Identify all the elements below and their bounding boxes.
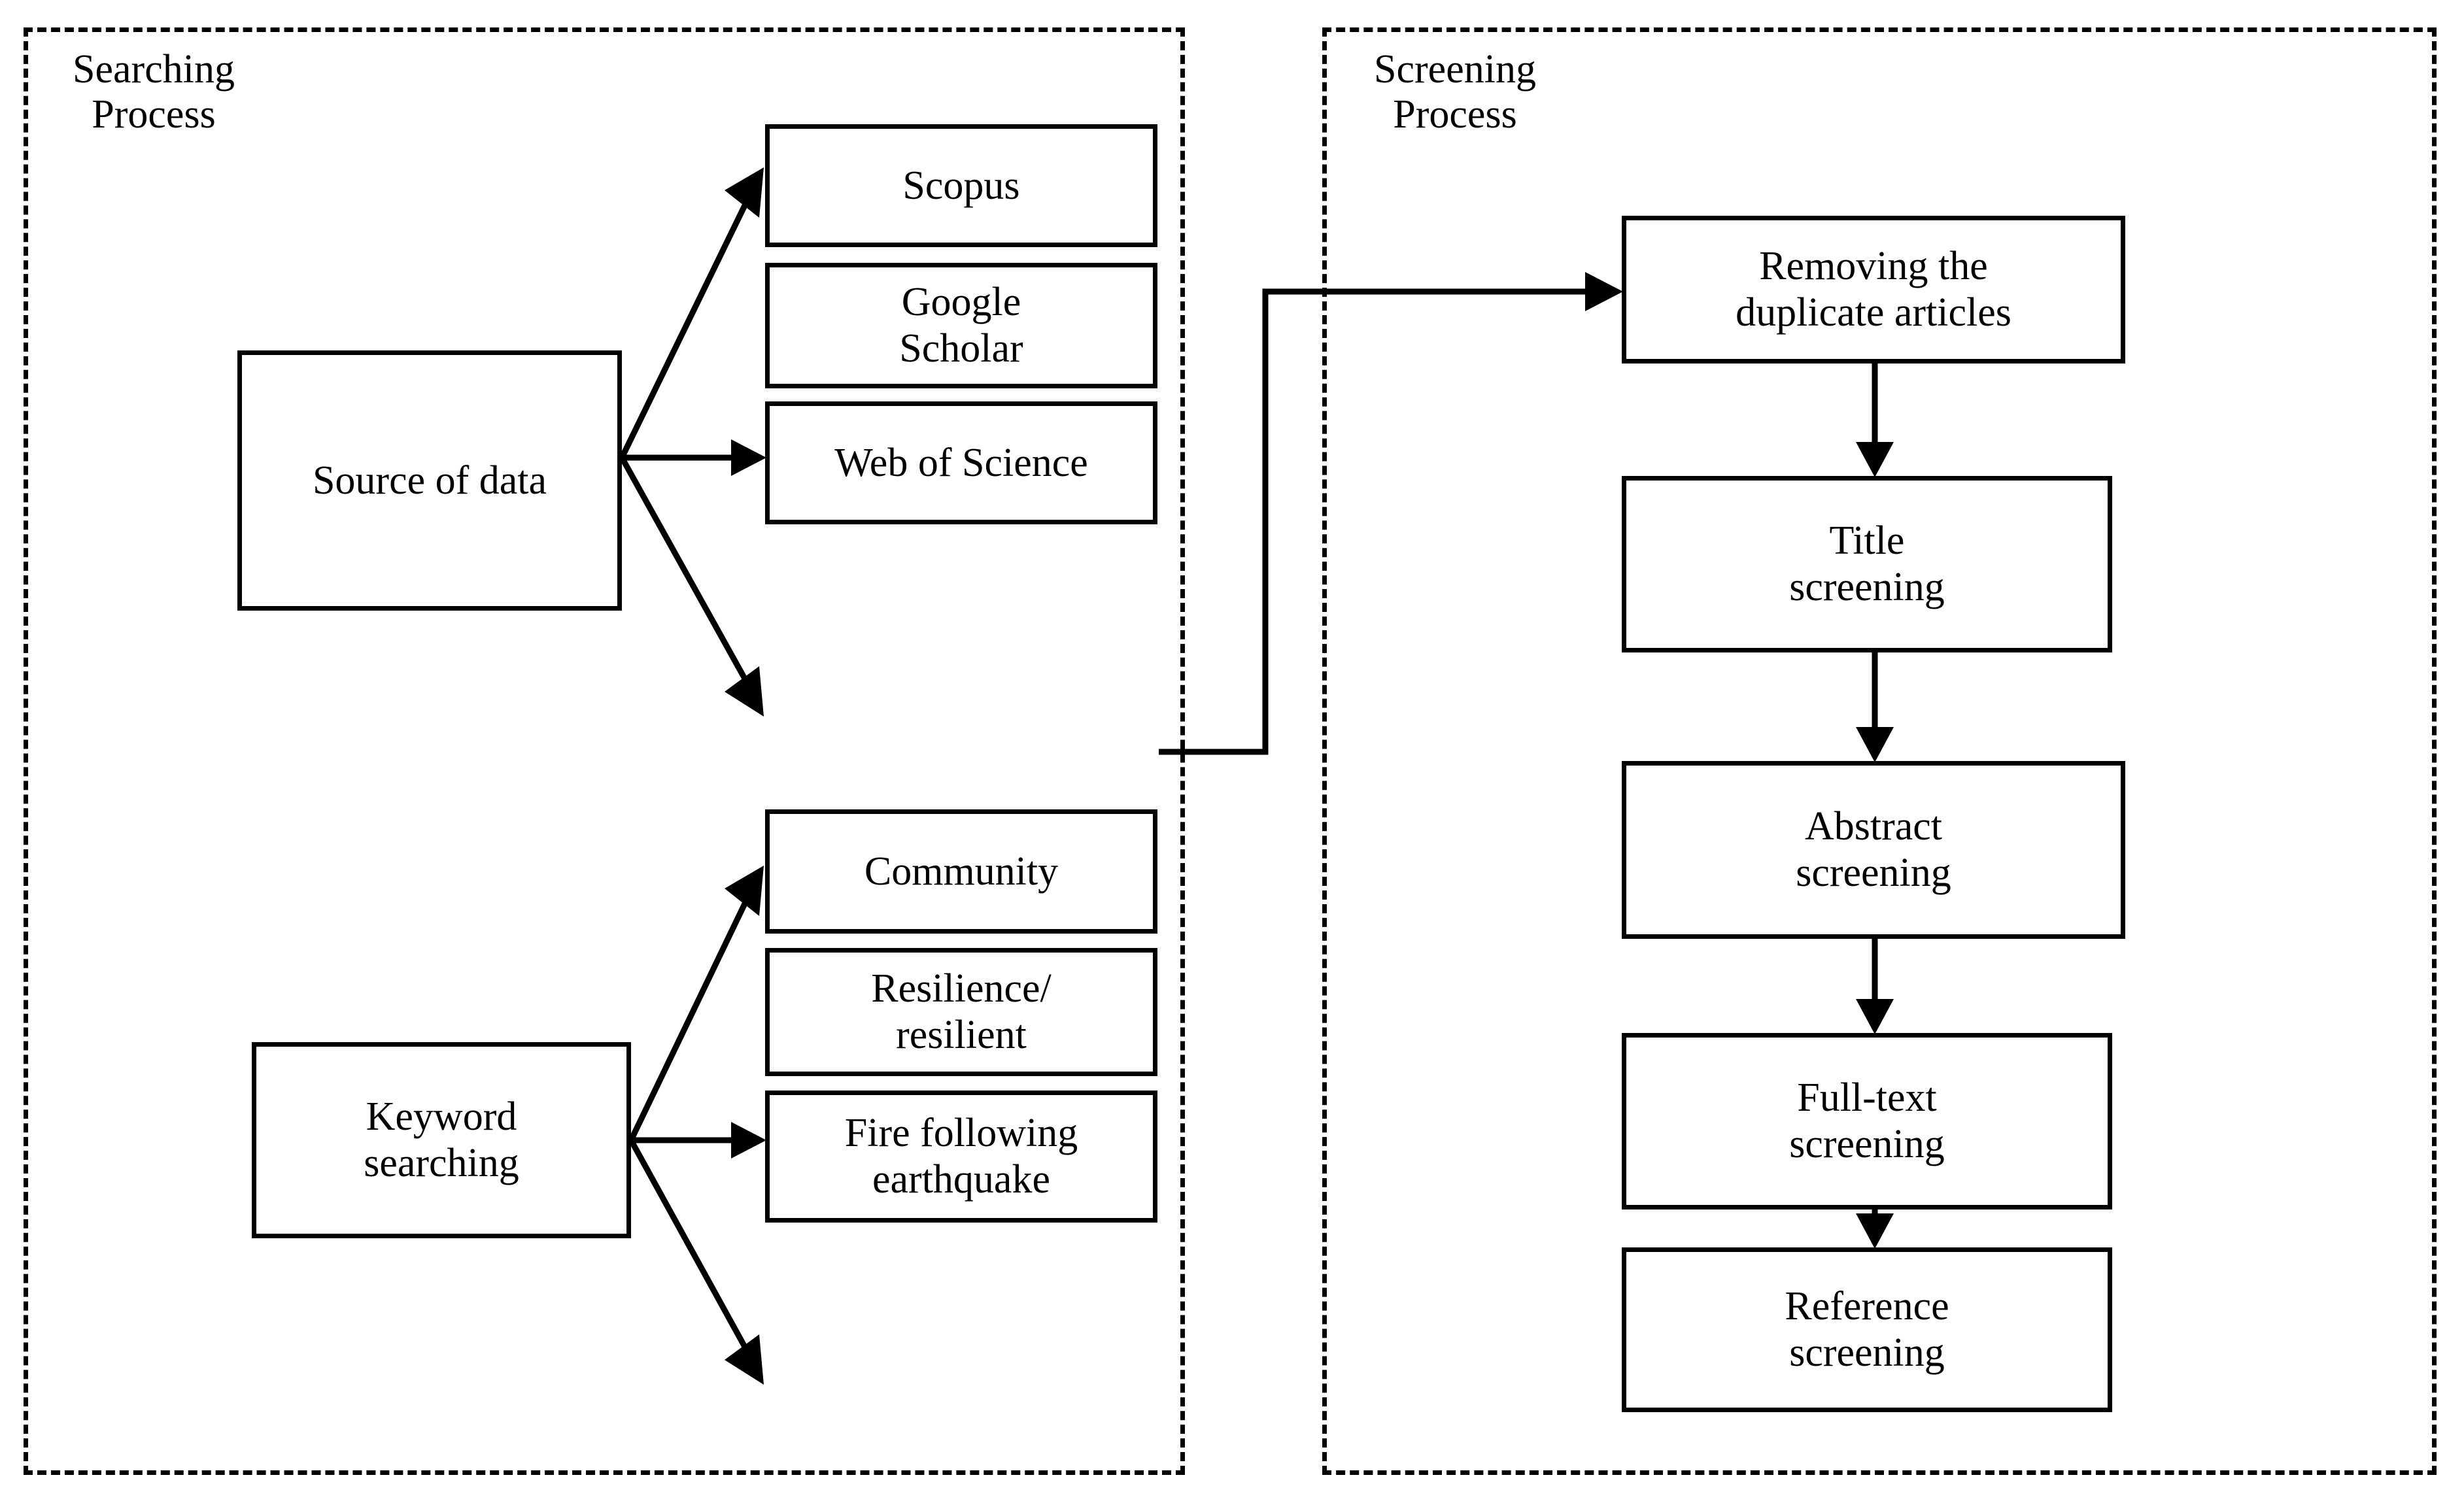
node-google-scholar[interactable]: Google Scholar — [765, 263, 1157, 388]
node-fire-following-earthquake[interactable]: Fire following earthquake — [765, 1091, 1157, 1223]
diagram-canvas: Searching Process Screening Process Sour… — [0, 0, 2464, 1505]
node-title-screening[interactable]: Title screening — [1622, 476, 2112, 652]
node-reference-screening[interactable]: Reference screening — [1622, 1247, 2112, 1412]
searching-process-title: Searching Process — [73, 47, 235, 137]
node-fulltext-screening[interactable]: Full-text screening — [1622, 1033, 2112, 1209]
node-removing-duplicate-articles[interactable]: Removing the duplicate articles — [1622, 216, 2125, 364]
node-source-of-data[interactable]: Source of data — [237, 350, 622, 611]
node-scopus[interactable]: Scopus — [765, 124, 1157, 247]
screening-process-title: Screening Process — [1374, 47, 1536, 137]
node-resilience-resilient[interactable]: Resilience/ resilient — [765, 948, 1157, 1076]
node-keyword-searching[interactable]: Keyword searching — [252, 1042, 631, 1238]
node-community[interactable]: Community — [765, 809, 1157, 934]
node-web-of-science[interactable]: Web of Science — [765, 401, 1157, 524]
node-abstract-screening[interactable]: Abstract screening — [1622, 761, 2125, 939]
